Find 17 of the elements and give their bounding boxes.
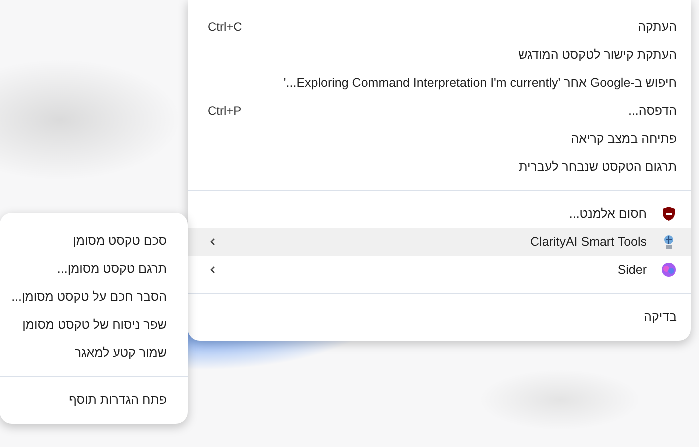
menu-item[interactable]: סכם טקסט מסומן [0,227,188,255]
menu-item[interactable]: חסום אלמנט... [188,200,691,228]
menu-item[interactable]: Sider [188,256,691,284]
menu-item[interactable]: פתח הגדרות תוסף [0,386,188,414]
menu-item[interactable]: תרגם טקסט מסומן... [0,255,188,283]
shield-icon [661,206,677,222]
menu-item[interactable]: בדיקה [188,303,691,331]
menu-item[interactable]: הסבר חכם על טקסט מסומן... [0,283,188,311]
shortcut-label: Ctrl+C [208,20,242,34]
menu-item[interactable]: שפר ניסוח של טקסט מסומן [0,311,188,339]
menu-item[interactable]: העתקת קישור לטקסט המודגש [188,41,691,69]
shortcut-label: Ctrl+P [208,104,242,118]
menu-item[interactable]: פתיחה במצב קריאה [188,125,691,153]
menu-item[interactable]: שמור קטע למאגר [0,339,188,367]
menu-item[interactable]: ClarityAI Smart Tools [188,228,691,256]
menu-item[interactable]: חיפוש ב-Google אחר 'Exploring Command Interpretation I'm currently...' [188,69,691,97]
menu-item[interactable]: תרגום הטקסט שנבחר לעברית [188,153,691,181]
